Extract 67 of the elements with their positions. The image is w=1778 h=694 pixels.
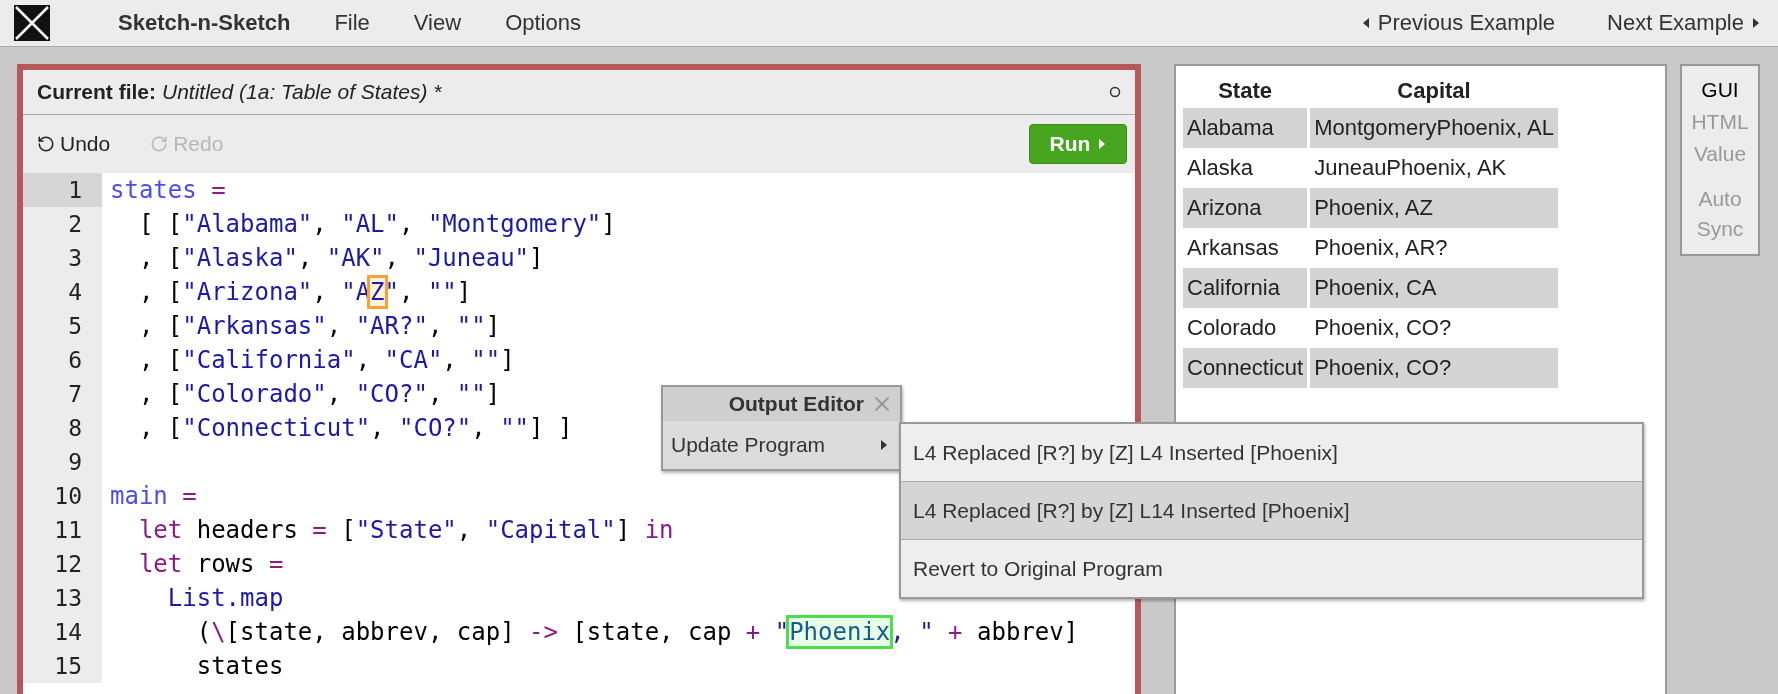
table-cell: Arizona: [1183, 188, 1308, 228]
line-number: 12: [23, 547, 102, 581]
table-cell-text: Colorado: [1186, 314, 1278, 342]
table-cell: Phoenix, AZ: [1310, 188, 1558, 228]
code-line: [ ["Alabama", "AL", "Montgomery"]: [137, 209, 616, 240]
code-line: , ["Alaska", "AK", "Juneau"]: [137, 243, 544, 274]
menu-item[interactable]: View: [413, 10, 462, 36]
table-cell-text: Arkansas: [1186, 234, 1280, 262]
code-line: let rows =: [137, 549, 284, 580]
code-line: , ["California", "CA", ""]: [137, 345, 515, 376]
line-number: 2: [23, 207, 102, 241]
code-line: (\[state, abbrev, cap] -> [state, cap + "Phoenix, " + abbrev]: [195, 617, 1079, 648]
caret-right-icon: [1752, 17, 1760, 29]
table-cell: California: [1183, 268, 1308, 308]
table-cell: MontgomeryPhoenix, AL: [1310, 108, 1558, 148]
column-header: State: [1217, 77, 1273, 105]
code-line: states: [195, 651, 284, 682]
redo-icon: [150, 135, 169, 153]
submenu-item[interactable]: Revert to Original Program: [901, 539, 1642, 597]
line-number: 11: [23, 513, 102, 547]
circle-icon[interactable]: [1109, 86, 1121, 98]
app-name[interactable]: Sketch-n-Sketch: [118, 10, 291, 36]
view-mode-tab[interactable]: GUI: [1701, 74, 1739, 106]
code-line: , ["Arkansas", "AR?", ""]: [137, 311, 501, 342]
line-number: 6: [23, 343, 102, 377]
table-cell-text: Alaska: [1186, 154, 1255, 182]
caret-left-icon: [1361, 17, 1370, 29]
line-number: 14: [23, 615, 102, 649]
code-line: let headers = ["State", "Capital"] in: [137, 515, 674, 546]
line-number: 5: [23, 309, 102, 343]
line-number: 13: [23, 581, 102, 615]
popup-title: Output Editor: [728, 392, 864, 416]
line-number: 7: [23, 377, 102, 411]
code-line: List.map: [166, 583, 284, 614]
column-header: Capital: [1396, 77, 1472, 105]
caret-right-icon: [880, 439, 888, 451]
line-number: 15: [23, 649, 102, 683]
previous-example-link[interactable]: Previous Example: [1361, 10, 1556, 36]
table-cell: Phoenix, CO?: [1310, 348, 1558, 388]
logo-icon: [14, 5, 50, 41]
code-line: main =: [109, 481, 197, 512]
code-line: states =: [109, 175, 226, 206]
caret-right-icon: [1098, 138, 1107, 150]
line-number: 3: [23, 241, 102, 275]
menu-item[interactable]: Options: [505, 10, 581, 36]
line-number: 4: [23, 275, 102, 309]
file-name: Untitled (1a: Table of States) *: [162, 80, 443, 104]
undo-icon: [37, 135, 55, 153]
table-cell-text: JuneauPhoenix, AK: [1313, 154, 1508, 182]
code-line: , ["Colorado", "CO?", ""]: [137, 379, 501, 410]
line-number: 8: [23, 411, 102, 445]
undo-button[interactable]: Undo: [37, 132, 111, 156]
line-number: 1: [23, 173, 102, 207]
table-cell-text: Phoenix, CO?: [1313, 314, 1453, 342]
update-program-menu-item[interactable]: Update Program: [663, 421, 900, 469]
table-cell: Alabama: [1183, 108, 1308, 148]
line-number: 10: [23, 479, 102, 513]
next-example-link[interactable]: Next Example: [1607, 10, 1760, 36]
file-label: Current file:: [37, 80, 156, 104]
menu-item[interactable]: File: [334, 10, 370, 36]
line-number: 9: [23, 445, 102, 479]
submenu-item[interactable]: L4 Replaced [R?] by [Z] L4 Inserted [Phoenix]: [901, 424, 1642, 481]
submenu-item[interactable]: L4 Replaced [R?] by [Z] L14 Inserted [Phoenix]: [901, 481, 1642, 539]
table-cell-text: Phoenix, AR?: [1313, 234, 1449, 262]
table-cell: Connecticut: [1183, 348, 1308, 388]
code-line: , ["Connecticut", "CO?", ""] ]: [137, 413, 573, 444]
table-cell: Phoenix, CA: [1310, 268, 1558, 308]
